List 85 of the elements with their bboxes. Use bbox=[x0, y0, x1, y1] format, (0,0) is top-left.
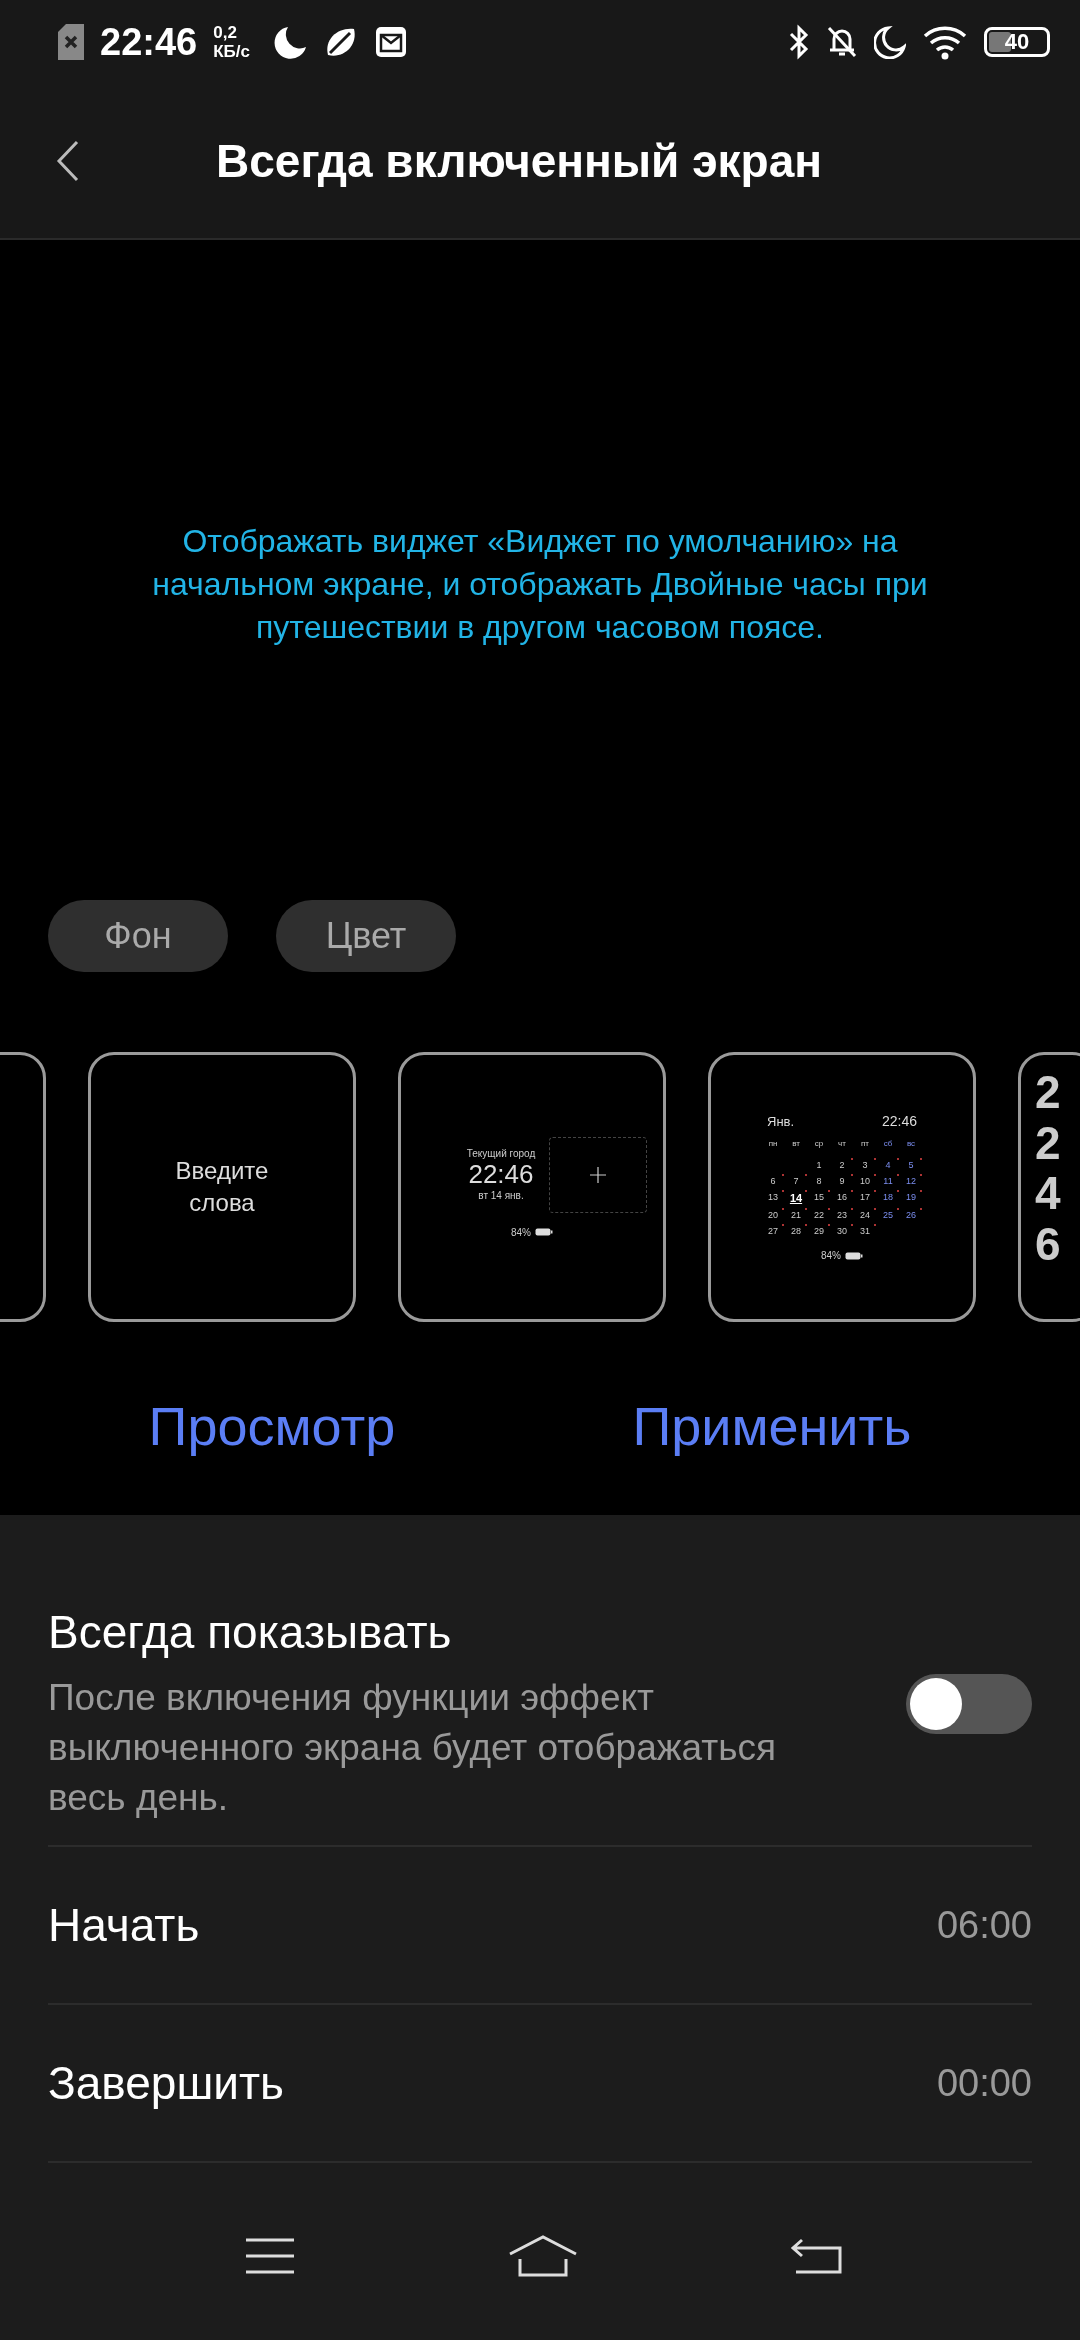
network-speed-unit: КБ/с bbox=[213, 42, 250, 61]
back-icon bbox=[790, 2236, 844, 2276]
back-button[interactable] bbox=[56, 140, 80, 182]
calendar-day: 30 bbox=[830, 1226, 854, 1236]
calendar-day: 29 bbox=[807, 1226, 831, 1236]
battery-icon bbox=[535, 1228, 553, 1236]
widget-card[interactable]: 2246 bbox=[1018, 1052, 1080, 1322]
widget-placeholder-text: Введите слова bbox=[174, 1156, 270, 1218]
calendar-day: 17 bbox=[853, 1192, 877, 1204]
calendar-day: 8 bbox=[807, 1176, 831, 1186]
clock-time: 22:46 bbox=[468, 1159, 534, 1190]
widget-card[interactable]: Янв. 22:46 пн вт ср чт пт сб вс 1 2 3 4 5 6 7 8 9 10 11 12 13 14 15 16 17 18 19 20 21 22 23 24 25 26 27 28 29 30 31 84% bbox=[708, 1052, 976, 1322]
battery-icon bbox=[845, 1251, 863, 1260]
wifi-icon bbox=[922, 24, 968, 60]
month-label: Янв. bbox=[767, 1113, 795, 1129]
setting-description: После включения функции эффект выключенного экрана будет отображаться весь день. bbox=[48, 1676, 778, 1820]
calendar-day: 11 bbox=[876, 1176, 900, 1186]
back-icon bbox=[56, 140, 80, 182]
calendar-day: 5 bbox=[899, 1160, 923, 1170]
setting-row[interactable]: Завершить 00:00 bbox=[48, 2005, 1032, 2163]
calendar-day: 4 bbox=[876, 1160, 900, 1170]
network-speed-value: 0,2 bbox=[213, 23, 238, 42]
weekday-label: сб bbox=[882, 1139, 894, 1148]
calendar-day: 3 bbox=[853, 1160, 877, 1170]
moon-icon bbox=[274, 25, 308, 59]
action-link[interactable]: Применить bbox=[626, 1394, 918, 1458]
home-icon bbox=[508, 2234, 578, 2278]
bell-off-icon bbox=[826, 24, 858, 60]
action-link[interactable]: Просмотр bbox=[142, 1394, 402, 1458]
calendar-day: 6 bbox=[761, 1176, 785, 1186]
widget-card[interactable]: Текущий город 22:46 вт 14 янв. 84% bbox=[398, 1052, 666, 1322]
calendar-day: 27 bbox=[761, 1226, 785, 1236]
date-label: вт 14 янв. bbox=[478, 1190, 524, 1201]
widget-description: Отображать виджет «Виджет по умолчанию» на начальном экране, и отображать Двойные часы при путешествии в другом часовом поясе. bbox=[151, 522, 929, 647]
calendar-day: 9 bbox=[830, 1176, 854, 1186]
calendar-day: 12 bbox=[899, 1176, 923, 1186]
calendar-day: 28 bbox=[784, 1226, 808, 1236]
status-time: 22:46 bbox=[100, 20, 198, 64]
calendar-day: 23 bbox=[830, 1210, 854, 1220]
battery-percent: 84% bbox=[821, 1250, 841, 1261]
calendar-day: 22 bbox=[807, 1210, 831, 1220]
filter-chip[interactable]: Фон bbox=[48, 900, 228, 972]
calendar-day: 26 bbox=[899, 1210, 923, 1220]
calendar-day: 19 bbox=[899, 1192, 923, 1204]
calendar-day: 24 bbox=[853, 1210, 877, 1220]
weekday-label: чт bbox=[837, 1139, 847, 1148]
clock-digits: 2246 bbox=[1035, 1067, 1062, 1270]
calendar-day: 21 bbox=[784, 1210, 808, 1220]
calendar-day: 7 bbox=[784, 1176, 808, 1186]
weekday-label: пн bbox=[767, 1139, 779, 1148]
setting-value: 06:00 bbox=[936, 1903, 1032, 1947]
bluetooth-icon bbox=[788, 24, 810, 60]
moon-icon bbox=[874, 25, 906, 59]
mail-icon bbox=[374, 25, 408, 59]
battery-percent: 84% bbox=[511, 1226, 531, 1238]
calendar-day: 25 bbox=[876, 1210, 900, 1220]
weekday-label: вс bbox=[905, 1139, 917, 1148]
weekday-label: ср bbox=[813, 1139, 825, 1148]
calendar-day: 18 bbox=[876, 1192, 900, 1204]
menu-icon bbox=[244, 2236, 296, 2276]
setting-row[interactable]: Начать 06:00 bbox=[48, 1847, 1032, 2005]
calendar-day: 14 bbox=[784, 1192, 808, 1204]
calendar-day: 10 bbox=[853, 1176, 877, 1186]
sim-card-icon bbox=[58, 24, 84, 60]
toggle-switch[interactable] bbox=[906, 1674, 1032, 1734]
filter-chip[interactable]: Цвет bbox=[276, 900, 456, 972]
weekday-label: пт bbox=[860, 1139, 870, 1148]
calendar-day: 15 bbox=[807, 1192, 831, 1204]
setting-title: Всегда показывать bbox=[48, 1605, 453, 1659]
city-label: Текущий город bbox=[466, 1148, 536, 1159]
weekday-label: вт bbox=[791, 1139, 801, 1148]
calendar-day: 31 bbox=[853, 1226, 877, 1236]
calendar-day: 1 bbox=[807, 1160, 831, 1170]
clock-time: 22:46 bbox=[881, 1113, 917, 1129]
widget-card[interactable]: Введите слова bbox=[88, 1052, 356, 1322]
battery-icon: 40 bbox=[984, 27, 1050, 57]
calendar-day: 16 bbox=[830, 1192, 854, 1204]
setting-label: Завершить bbox=[48, 2056, 285, 2110]
page-title: Всегда включенный экран bbox=[216, 134, 823, 188]
plus-icon bbox=[590, 1166, 607, 1183]
setting-value: 00:00 bbox=[936, 2061, 1032, 2105]
calendar-day: 20 bbox=[761, 1210, 785, 1220]
calendar-day: 13 bbox=[761, 1192, 785, 1204]
setting-label: Начать bbox=[48, 1898, 200, 1952]
calendar-day: 2 bbox=[830, 1160, 854, 1170]
